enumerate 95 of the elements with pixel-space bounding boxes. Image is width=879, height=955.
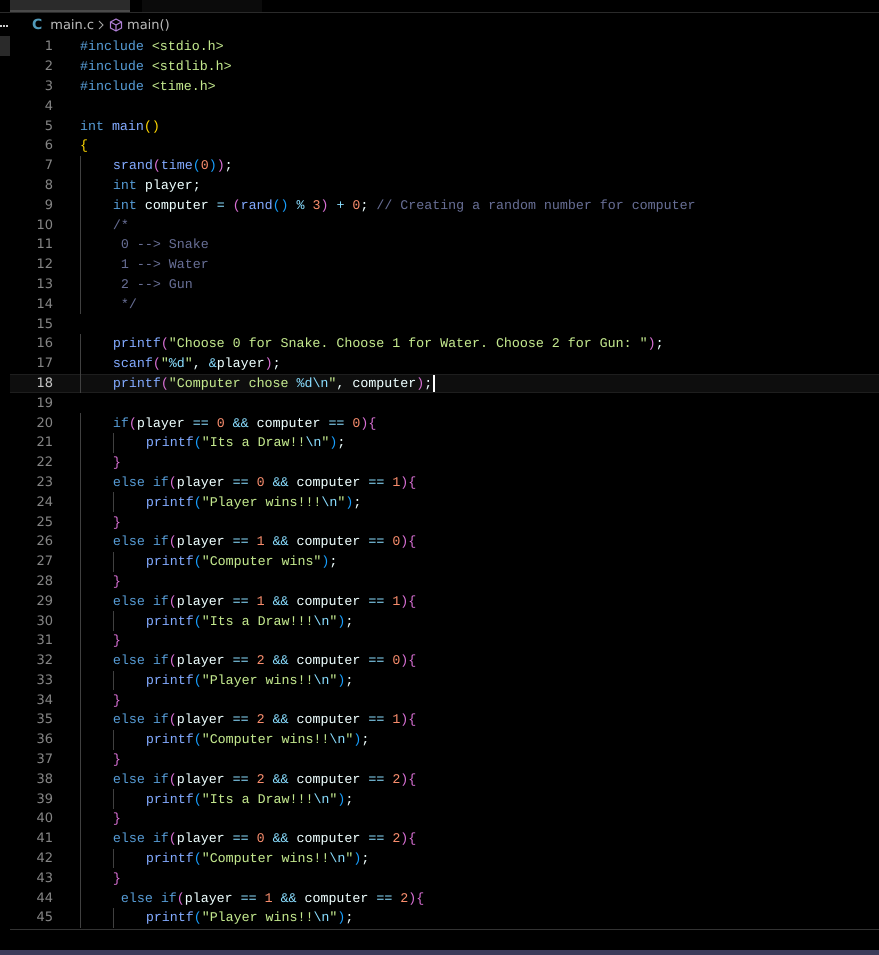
code-line: else if(player == 2 && computer == 2){ bbox=[80, 769, 416, 790]
line-number: 31 bbox=[35, 633, 54, 648]
line-number: 41 bbox=[35, 831, 54, 846]
line-number: 19 bbox=[35, 396, 54, 411]
code-line: printf("Its a Draw!!!\n"); bbox=[80, 611, 354, 631]
code-line: } bbox=[80, 868, 121, 888]
line-number: 10 bbox=[35, 218, 54, 233]
code-line: } bbox=[80, 630, 121, 651]
line-number: 6 bbox=[44, 138, 54, 154]
line-number: 20 bbox=[35, 416, 54, 431]
line-number: 42 bbox=[35, 851, 54, 866]
breadcrumb-item[interactable]: main.c bbox=[50, 18, 94, 32]
code-line: else if(player == 1 && computer == 0){ bbox=[80, 532, 416, 552]
code-line: 2 --> Gun bbox=[80, 274, 193, 294]
code-line: int main() bbox=[80, 118, 160, 136]
code-line: if(player == 0 && computer == 0){ bbox=[80, 413, 376, 433]
line-number: 33 bbox=[35, 672, 54, 688]
code-line: */ bbox=[80, 294, 137, 314]
line-number: 39 bbox=[35, 792, 54, 807]
code-line: else if(player == 1 && computer == 1){ bbox=[80, 591, 416, 612]
code-line: { bbox=[80, 137, 88, 156]
code-line: #include <stdlib.h> bbox=[80, 58, 232, 76]
code-line: printf("Computer wins!!\n"); bbox=[80, 848, 370, 868]
line-number: 32 bbox=[35, 653, 54, 668]
c-file-icon: C bbox=[32, 17, 42, 33]
editor-tab[interactable] bbox=[142, 0, 262, 12]
line-number: 3 bbox=[44, 78, 54, 94]
code-line: printf("Computer wins!!\n"); bbox=[80, 730, 370, 750]
code-line: } bbox=[80, 690, 121, 710]
line-number: 27 bbox=[35, 554, 54, 570]
code-line: printf("Player wins!!\n"); bbox=[80, 908, 354, 928]
line-number: 9 bbox=[44, 198, 54, 213]
line-number: 25 bbox=[35, 514, 54, 530]
code-line: printf("Player wins!!\n"); bbox=[80, 670, 354, 690]
line-number: 26 bbox=[35, 534, 54, 550]
editor-tab[interactable] bbox=[10, 0, 130, 12]
code-line: printf("Player wins!!!\n"); bbox=[80, 492, 362, 512]
code-line: #include <time.h> bbox=[80, 78, 216, 96]
line-number: 12 bbox=[35, 257, 54, 272]
line-number: 17 bbox=[35, 356, 54, 372]
line-number: 29 bbox=[35, 594, 54, 609]
code-line: int player; bbox=[80, 176, 201, 196]
code-line: else if(player == 0 && computer == 1){ bbox=[80, 472, 416, 492]
code-line: else if(player == 0 && computer == 2){ bbox=[80, 828, 416, 849]
code-line: else if(player == 1 && computer == 2){ bbox=[80, 888, 424, 908]
line-number: 1 bbox=[44, 39, 54, 54]
code-line: #include <stdio.h> bbox=[80, 38, 224, 56]
line-number: 22 bbox=[35, 455, 54, 470]
line-number: 30 bbox=[35, 614, 54, 628]
line-number: 13 bbox=[35, 276, 54, 292]
code-line: int computer = (rand() % 3) + 0; // Creating a random number for computer bbox=[80, 195, 696, 216]
line-number: 11 bbox=[35, 237, 54, 252]
line-number: 44 bbox=[35, 890, 54, 906]
more-icon[interactable] bbox=[0, 25, 8, 30]
line-number: 34 bbox=[35, 692, 54, 708]
code-line: printf("Computer wins"); bbox=[80, 552, 338, 572]
line-number: 24 bbox=[35, 494, 54, 510]
line-number: 18 bbox=[35, 376, 54, 391]
code-line: printf("Its a Draw!!\n"); bbox=[80, 432, 346, 453]
line-number: 23 bbox=[35, 474, 54, 490]
code-line: else if(player == 2 && computer == 1){ bbox=[80, 710, 416, 730]
chevron-icon bbox=[98, 20, 106, 30]
line-number: 16 bbox=[35, 336, 54, 352]
code-line: 1 --> Water bbox=[80, 254, 209, 275]
code-line: } bbox=[80, 809, 121, 829]
line-number: 37 bbox=[35, 752, 54, 768]
line-number: 35 bbox=[35, 712, 54, 728]
code-line: } bbox=[80, 750, 121, 770]
line-number: 4 bbox=[44, 98, 54, 114]
line-number: 36 bbox=[35, 732, 54, 748]
code-line: printf("Choose 0 for Snake. Choose 1 for Water. Choose 2 for Gun: "); bbox=[80, 334, 664, 354]
sidebar-highlight bbox=[0, 36, 10, 56]
code-line: /* bbox=[80, 215, 129, 235]
line-number: 38 bbox=[35, 772, 54, 787]
line-number: 8 bbox=[44, 178, 54, 193]
line-number: 28 bbox=[35, 574, 54, 589]
line-number: 43 bbox=[35, 870, 54, 886]
line-number: 21 bbox=[35, 435, 54, 450]
code-line: srand(time(0)); bbox=[80, 156, 233, 176]
code-line: else if(player == 2 && computer == 0){ bbox=[80, 650, 416, 670]
breadcrumb-item[interactable]: main() bbox=[127, 18, 170, 32]
line-number: 7 bbox=[44, 158, 54, 174]
line-number: 14 bbox=[35, 296, 54, 312]
code-line: } bbox=[80, 512, 121, 532]
code-line: printf("Its a Draw!!!\n"); bbox=[80, 789, 354, 810]
line-number: 2 bbox=[44, 59, 54, 74]
code-line: printf("Computer chose %d\n", computer); bbox=[80, 374, 436, 394]
line-number: 15 bbox=[35, 316, 54, 332]
line-number: 5 bbox=[44, 118, 54, 134]
code-line: } bbox=[80, 452, 121, 473]
line-number: 45 bbox=[35, 910, 54, 926]
code-line: 0 --> Snake bbox=[80, 234, 209, 255]
code-line: } bbox=[80, 572, 121, 592]
cube-icon bbox=[109, 18, 124, 32]
line-number: 40 bbox=[35, 811, 54, 826]
